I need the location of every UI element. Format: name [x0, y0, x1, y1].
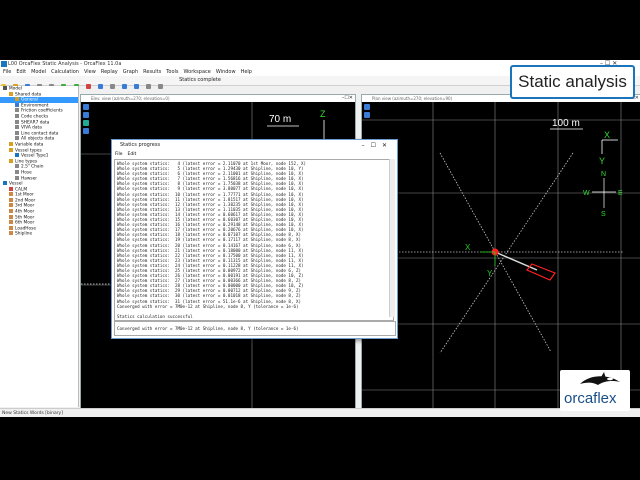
plan-view-canvas[interactable]: X Y 100 m X Y N S E W [362, 102, 640, 409]
menu-item-edit[interactable]: Edit [16, 69, 26, 75]
menu-item-tools[interactable]: Tools [166, 69, 178, 75]
calculation-status: Statics complete [179, 77, 221, 83]
rotate-view-icon[interactable] [364, 104, 370, 110]
buoy-y-label: Y [487, 269, 493, 278]
orca-whale-icon [580, 372, 620, 385]
zoom-view-icon[interactable] [83, 120, 89, 126]
menu-item-replay[interactable]: Replay [101, 69, 118, 75]
plan-view-window[interactable]: Plan view (azimuth=270; elevation=90) –☐… [361, 94, 640, 410]
statics-progress-dialog[interactable]: Statics progress –☐✕ File Edit Whole syst… [111, 139, 398, 339]
graph-icon[interactable] [146, 84, 152, 89]
scale-label: 100 m [552, 118, 580, 129]
tree-object-icon [9, 220, 13, 225]
elevation-view-title-text: Elev. view (azimuth=270; elevation=0) [91, 96, 170, 101]
menu-item-window[interactable]: Window [216, 69, 236, 75]
reset-icon[interactable] [97, 84, 103, 89]
stop-icon[interactable] [85, 84, 91, 89]
plan-x-axis-label: X [604, 130, 610, 140]
log-line: Statics calculation successful [117, 313, 193, 319]
tree-item[interactable]: Shipline [0, 231, 78, 237]
tree-object-icon [9, 203, 13, 208]
tree-object-icon [9, 231, 13, 236]
tree-object-icon [15, 108, 19, 113]
log-scrollbar[interactable] [389, 159, 395, 317]
plan-view-side-toolbar [364, 104, 371, 120]
tree-object-icon [9, 147, 13, 152]
rotate-view-icon[interactable] [83, 104, 89, 110]
tree-object-icon [9, 214, 13, 219]
tree-object-icon [15, 119, 19, 124]
tree-object-icon [9, 197, 13, 202]
convergence-summary: Converged with error = 7M0e-12 at Shipli… [114, 321, 396, 336]
tree-object-icon [15, 169, 19, 174]
dialog-window-controls[interactable]: –☐✕ [362, 140, 393, 151]
tree-object-icon [15, 153, 19, 158]
tree-object-icon [9, 186, 13, 191]
tree-object-icon [9, 158, 13, 163]
compass-north-label: N [601, 171, 606, 178]
tree-object-icon [9, 209, 13, 214]
orcaflex-logo: orcaflex [560, 370, 630, 411]
statics-log: Whole system statics: 4 (latest error = … [114, 159, 394, 321]
plan-y-axis-label: Y [599, 156, 605, 166]
z-axis-label: Z [320, 109, 326, 119]
compass-east-label: E [618, 190, 623, 197]
tree-item-label: Shipline [15, 231, 33, 237]
dialog-titlebar: Statics progress –☐✕ [112, 140, 397, 151]
menu-item-calculation[interactable]: Calculation [51, 69, 79, 75]
tree-object-icon [15, 97, 19, 102]
tree-object-icon [15, 164, 19, 169]
static-analysis-badge: Static analysis [510, 65, 635, 99]
compass-west-label: W [583, 190, 590, 197]
dialog-menu-edit[interactable]: Edit [128, 152, 137, 157]
menu-item-graph[interactable]: Graph [123, 69, 138, 75]
tree-object-icon [15, 130, 19, 135]
menu-item-help[interactable]: Help [241, 69, 252, 75]
menu-item-model[interactable]: Model [31, 69, 46, 75]
model-browser: Model Shared data General Environment Fricti… [0, 86, 79, 407]
tree-object-icon [9, 192, 13, 197]
view-window-controls[interactable]: –☐✕ [342, 95, 353, 102]
dialog-menu-file[interactable]: File [115, 152, 123, 157]
orcaflex-app-icon [1, 61, 7, 67]
mooring-line-2 [439, 152, 574, 354]
menu-item-results[interactable]: Results [143, 69, 161, 75]
pan-view-icon[interactable] [83, 112, 89, 118]
compass-south-label: S [601, 211, 606, 218]
tree-object-icon [15, 113, 19, 118]
plan-view-title-text: Plan view (azimuth=270; elevation=90) [372, 96, 453, 101]
wire-frame-icon[interactable] [121, 84, 127, 89]
tree-object-icon [15, 175, 19, 180]
dialog-menu-bar: File Edit [112, 151, 397, 158]
pan-view-icon[interactable] [364, 112, 370, 118]
view-side-toolbar [83, 104, 90, 136]
tree-object-icon [3, 181, 7, 186]
tree-object-icon [3, 86, 7, 90]
menu-item-file[interactable]: File [3, 69, 11, 75]
menu-item-workspace[interactable]: Workspace [184, 69, 211, 75]
menu-item-view[interactable]: View [84, 69, 96, 75]
tree-object-icon [9, 91, 13, 96]
status-bar: New Statics Words [binary] [0, 408, 640, 417]
orcaflex-logo-text: orcaflex [564, 390, 617, 407]
tree-object-icon [9, 141, 13, 146]
tree-object-icon [9, 225, 13, 230]
tree-object-icon [15, 125, 19, 130]
reset-view-icon[interactable] [83, 128, 89, 134]
scale-label: 70 m [269, 114, 291, 125]
buoy-x-label: X [465, 243, 471, 252]
replay-icon[interactable] [109, 84, 115, 89]
dialog-title: Statics progress [120, 142, 161, 148]
vessel-outline [526, 263, 556, 281]
tree-object-icon [15, 136, 19, 141]
elevation-view-title: Elev. view (azimuth=270; elevation=0) –☐… [81, 95, 355, 102]
window-title: L00 OrcaFlex Static Analysis - OrcaFlex … [8, 61, 122, 67]
tree-object-icon [15, 102, 19, 107]
shaded-view-icon[interactable] [134, 84, 140, 89]
